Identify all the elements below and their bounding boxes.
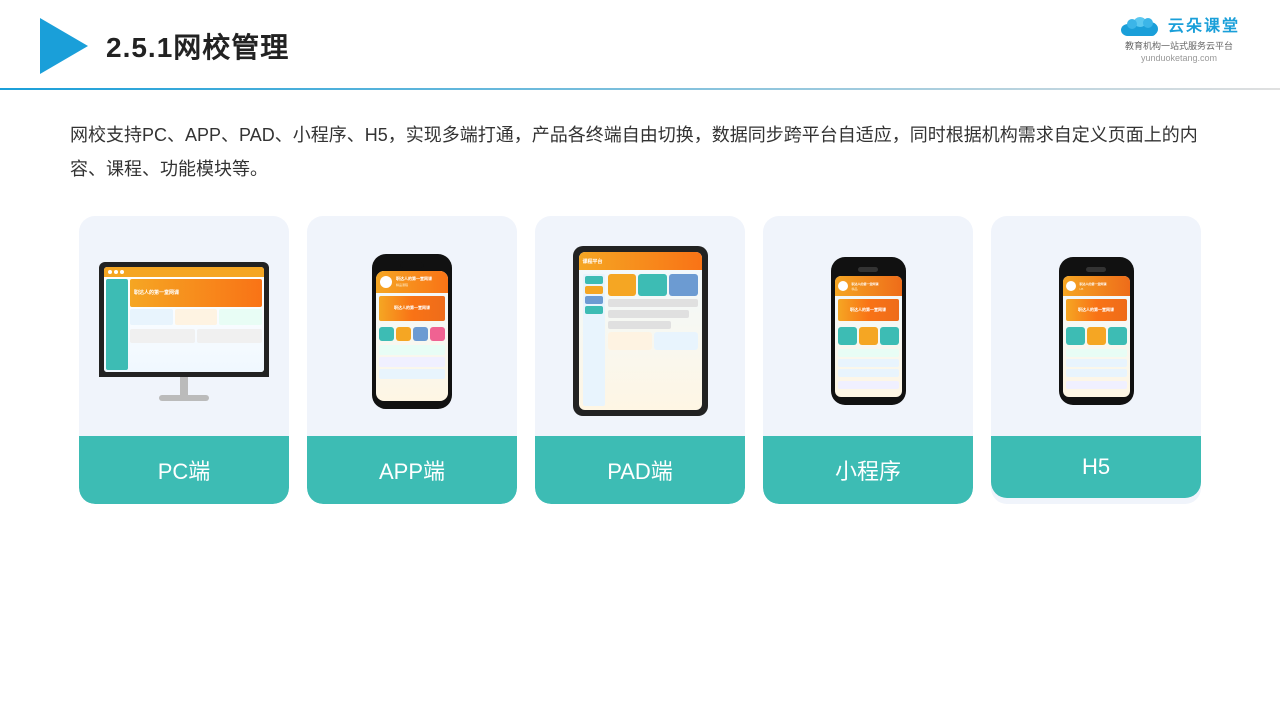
pc-card-label: PC端 [79, 436, 289, 504]
pad-card-label: PAD端 [535, 436, 745, 504]
brand-icon: 云朵课堂 [1118, 10, 1240, 38]
pc-image-area: 职达人的第一堂网课 [79, 216, 289, 436]
page-header: 2.5.1网校管理 云朵课堂 教育机构一站式服务云平台 yunduoketang… [0, 0, 1280, 74]
pad-card: 课程平台 [535, 216, 745, 504]
app-image-area: 职达人的第一堂网课 精品课程 职达人的第一堂网课 [307, 216, 517, 436]
pad-tablet-icon: 课程平台 [573, 246, 708, 416]
h5-phone-icon: 职达人的第一堂网课 H5 职达人的第一堂网课 [1059, 257, 1134, 405]
pc-card: 职达人的第一堂网课 [79, 216, 289, 504]
app-phone-icon: 职达人的第一堂网课 精品课程 职达人的第一堂网课 [372, 254, 452, 409]
app-card: 职达人的第一堂网课 精品课程 职达人的第一堂网课 [307, 216, 517, 504]
miniprogram-phone-icon: 职达人的第一堂网课 精品 职达人的第一堂网课 [831, 257, 906, 405]
page-title: 2.5.1网校管理 [106, 26, 289, 66]
miniprogram-image-area: 职达人的第一堂网课 精品 职达人的第一堂网课 [763, 216, 973, 436]
brand-name: 云朵课堂 [1168, 12, 1240, 36]
description-text: 网校支持PC、APP、PAD、小程序、H5，实现多端打通，产品各终端自由切换，数… [0, 90, 1280, 206]
app-card-label: APP端 [307, 436, 517, 504]
cards-container: 职达人的第一堂网课 [0, 206, 1280, 534]
miniprogram-card: 职达人的第一堂网课 精品 职达人的第一堂网课 [763, 216, 973, 504]
brand-url: yunduoketang.com [1141, 53, 1217, 63]
brand-logo: 云朵课堂 教育机构一站式服务云平台 yunduoketang.com [1118, 10, 1240, 63]
h5-card: 职达人的第一堂网课 H5 职达人的第一堂网课 [991, 216, 1201, 504]
cloud-svg-icon [1118, 10, 1162, 38]
miniprogram-card-label: 小程序 [763, 436, 973, 504]
pad-image-area: 课程平台 [535, 216, 745, 436]
logo-triangle-icon [40, 18, 88, 74]
pc-monitor-icon: 职达人的第一堂网课 [99, 262, 269, 401]
h5-image-area: 职达人的第一堂网课 H5 职达人的第一堂网课 [991, 216, 1201, 436]
h5-card-label: H5 [991, 436, 1201, 498]
brand-tagline: 教育机构一站式服务云平台 [1125, 40, 1233, 53]
